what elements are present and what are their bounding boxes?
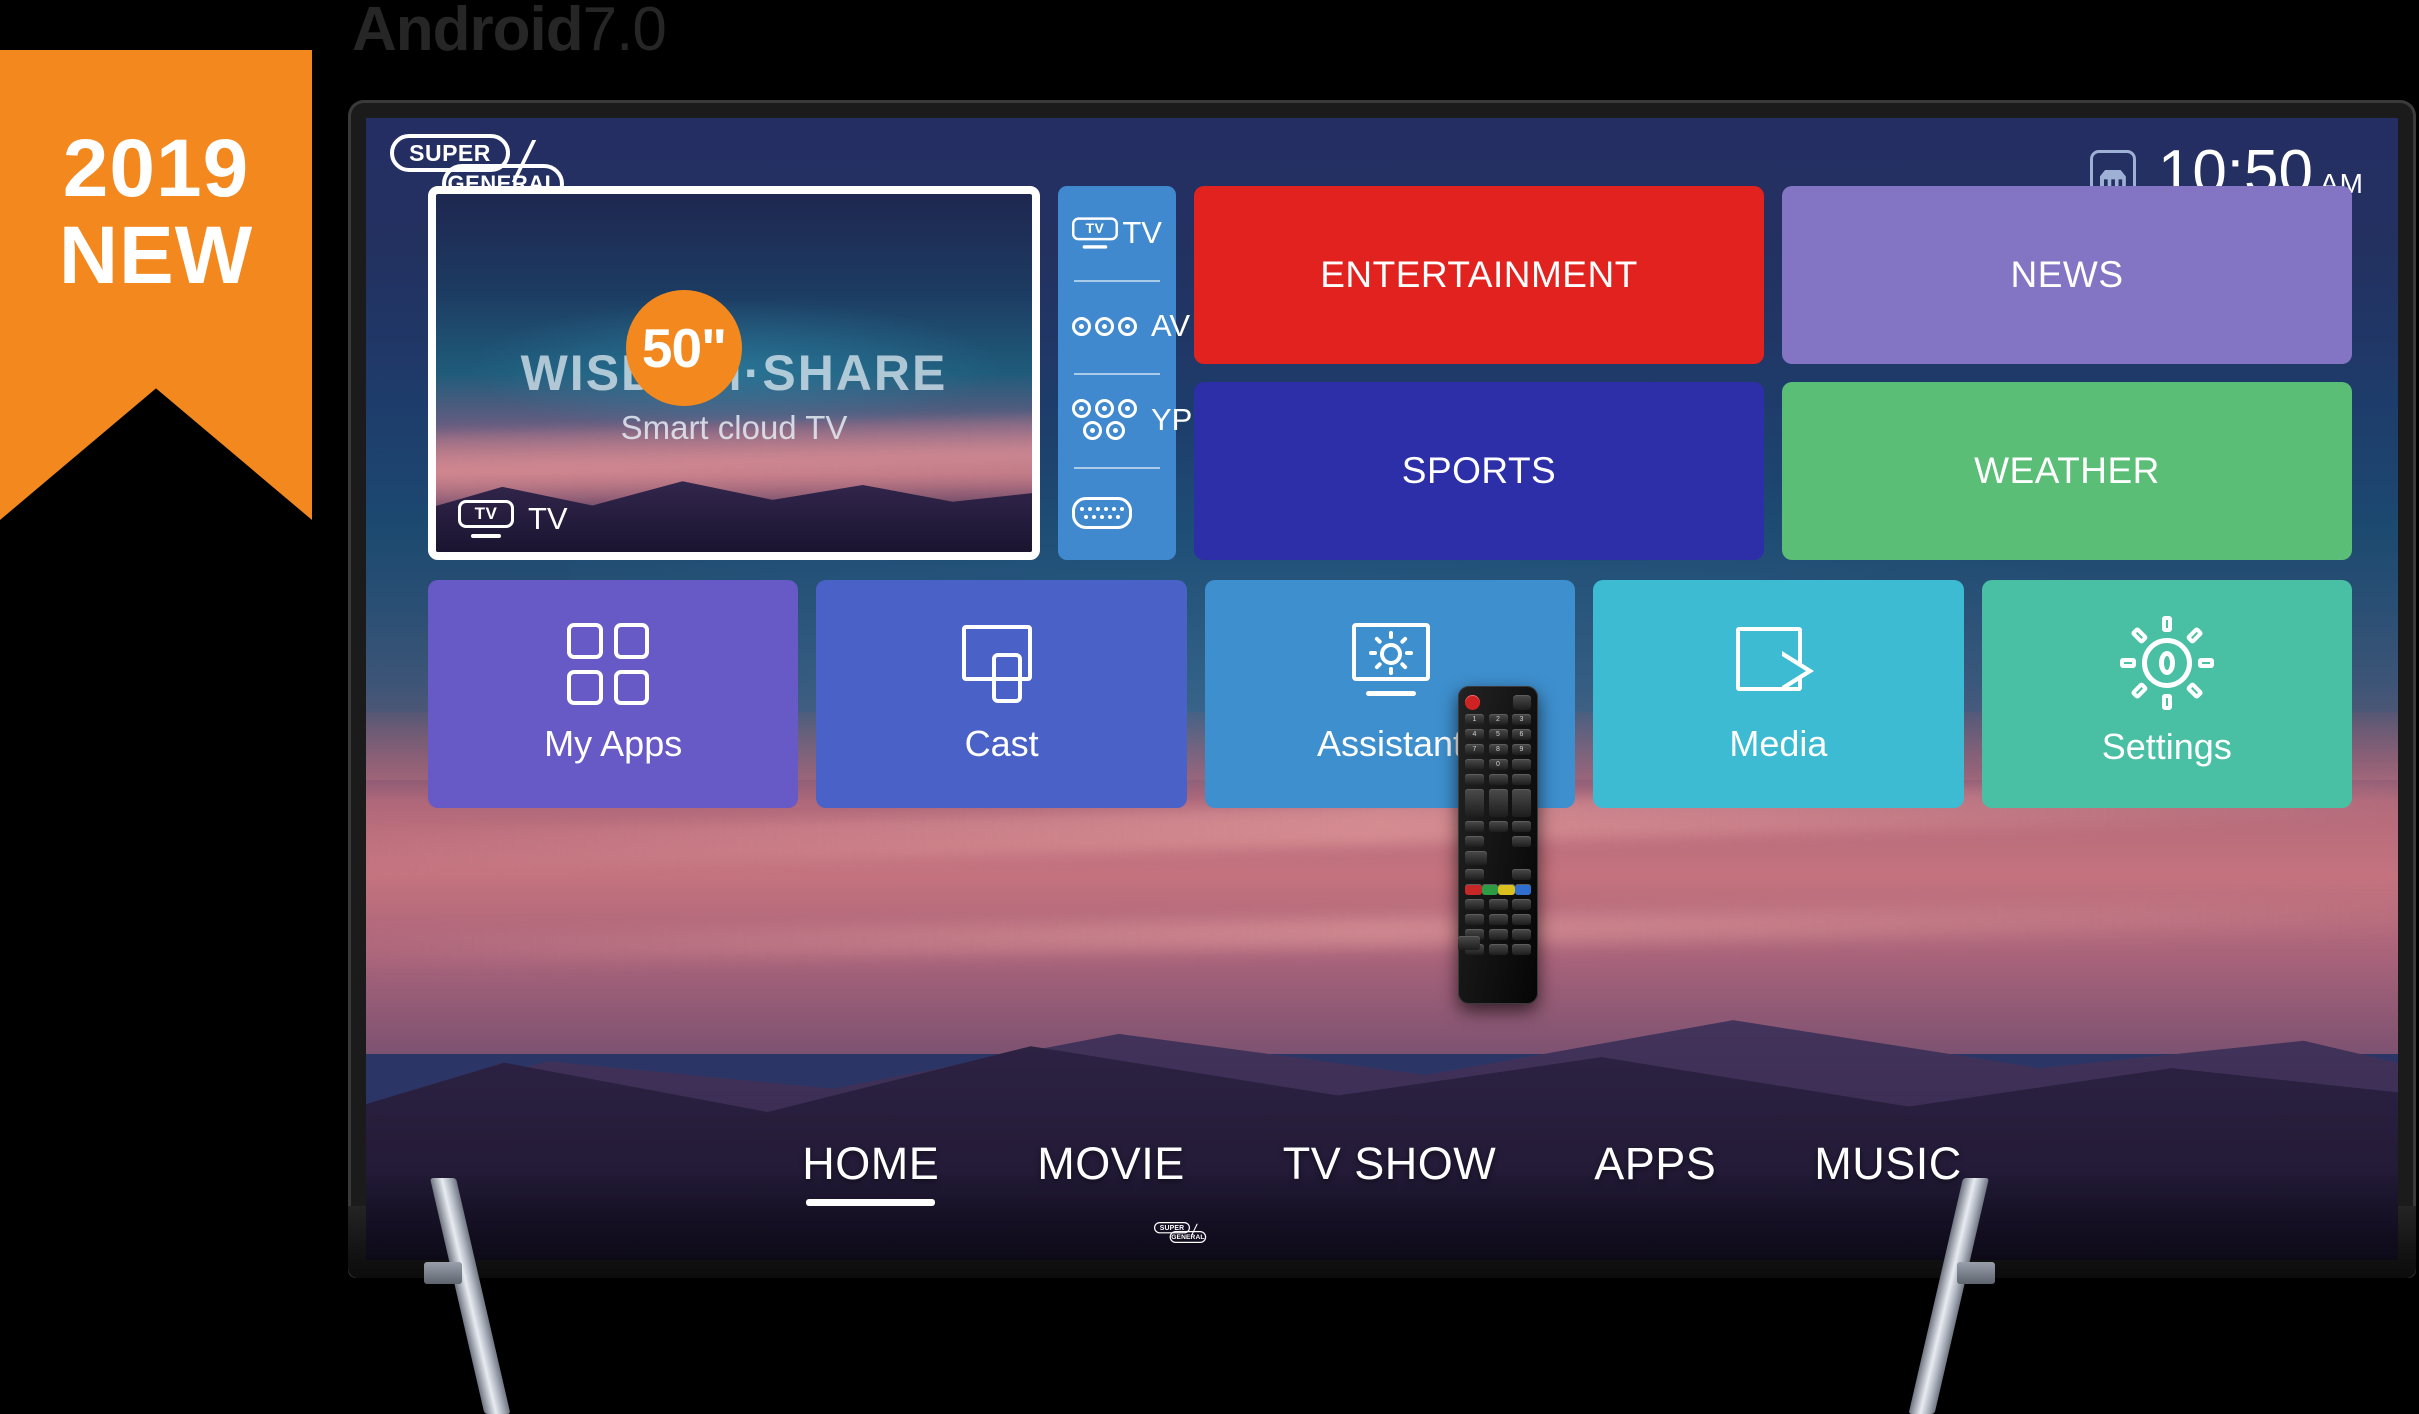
prev-button[interactable] [1465,914,1484,925]
key-spare-5[interactable] [1488,944,1508,955]
tile-entertainment[interactable]: ENTERTAINMENT [1194,186,1764,364]
mute-button[interactable] [1513,695,1531,710]
brand-general-word: GENERAL [1169,1231,1206,1243]
source-item-ypbpr[interactable]: YPBPR [1072,373,1256,467]
volume-rocker[interactable] [1465,789,1484,817]
preview-source-badge: TV TV [458,500,568,538]
source-label: TV [1122,214,1162,250]
ribbon-label: NEW [58,209,254,301]
app-label: Cast [964,723,1039,764]
tv-screen: SUPER GENERAL 10:50AM 50" WISDOM·SHARE S… [366,118,2398,1260]
bottom-nav: HOME MOVIE TV SHOW APPS MUSIC [366,1138,2398,1206]
nav-item-movie[interactable]: MOVIE [1037,1138,1185,1206]
tile-my-apps[interactable]: My Apps [428,580,799,808]
tv-icon: TV [458,500,514,538]
forward-button[interactable] [1512,899,1531,910]
cast-icon [956,623,1048,703]
vga-port-icon [1072,497,1132,530]
key-7[interactable]: 7 [1465,744,1484,755]
key-right-fn[interactable] [1512,836,1531,847]
gear-icon [2119,616,2214,710]
tile-news[interactable]: NEWS [1782,186,2352,364]
app-label: Settings [2101,726,2232,767]
source-item-av[interactable]: AV [1072,279,1190,374]
key-left-fn[interactable] [1465,836,1484,847]
screen-size-badge: 50" [626,290,742,406]
stop-button[interactable] [1512,914,1531,925]
color-key-blue[interactable] [1514,884,1531,895]
key-2[interactable]: 2 [1488,714,1508,725]
key-0[interactable]: 0 [1488,759,1508,770]
tv-icon: TV [1072,217,1118,249]
app-label: Assistant [1316,723,1464,764]
media-play-icon [1732,623,1824,703]
channel-rocker[interactable] [1512,789,1531,817]
key-dash[interactable] [1465,759,1484,770]
key-8[interactable]: 8 [1488,744,1508,755]
tile-settings[interactable]: Settings [1981,580,2352,808]
key-3[interactable]: 3 [1512,714,1531,725]
next-button[interactable] [1488,914,1508,925]
android-word: Android [352,0,584,64]
key-info[interactable] [1465,774,1484,785]
app-label: Media [1729,723,1828,764]
rca-5-icon [1072,399,1137,441]
remote-control[interactable]: 123 456 789 0 [1458,686,1538,1004]
preview-source-label: TV [528,501,568,536]
input-source-list: TV TV AV YPBPR [1058,186,1256,561]
preview-subtitle: Smart cloud TV [620,408,848,446]
key-sleep[interactable] [1512,774,1531,785]
ribbon-year: 2019 [62,123,250,214]
key-4[interactable]: 4 [1465,729,1484,740]
key-menu[interactable] [1488,774,1508,785]
color-key-yellow[interactable] [1498,884,1515,895]
product-image: Android7.0 2019 NEW SUPER GENERAL SUPER … [0,0,2419,1414]
source-label: AV [1151,308,1191,344]
key-spare-2[interactable] [1488,929,1508,940]
power-button[interactable] [1465,695,1480,710]
tile-cast[interactable]: Cast [816,580,1187,808]
android-version: 7.0 [582,0,667,64]
tile-weather[interactable]: WEATHER [1782,382,2352,560]
source-button[interactable] [1465,821,1484,832]
home-button[interactable] [1488,821,1508,832]
bezel-brand-logo: SUPER GENERAL [1153,1222,1266,1266]
dpad-down[interactable] [1458,936,1480,950]
source-item-vga[interactable] [1072,466,1162,561]
nav-item-tv-show[interactable]: TV SHOW [1283,1138,1497,1206]
key-6[interactable]: 6 [1512,729,1531,740]
tv-leg-mount-left [424,1262,462,1284]
assistant-icon [1344,623,1436,703]
tv-leg-mount-right [1957,1262,1995,1284]
nav-item-apps[interactable]: APPS [1594,1138,1716,1206]
new-2019-ribbon: 2019 NEW [0,50,312,520]
key-spare-6[interactable] [1512,944,1531,955]
exit-button[interactable] [1465,869,1484,880]
key-return[interactable] [1512,759,1531,770]
key-5[interactable]: 5 [1488,729,1508,740]
android-version-caption: Android7.0 [352,0,667,65]
nav-item-music[interactable]: MUSIC [1814,1138,1962,1206]
color-key-red[interactable] [1465,884,1482,895]
display-button[interactable] [1512,869,1531,880]
app-tiles: My Apps Cast Assistant Media Settings [428,580,2352,808]
dpad-ok[interactable] [1465,851,1487,865]
rewind-button[interactable] [1465,899,1484,910]
rca-3-icon [1072,316,1137,336]
tile-media[interactable]: Media [1593,580,1964,808]
tile-sports[interactable]: SPORTS [1194,382,1764,560]
color-key-green[interactable] [1481,884,1498,895]
center-pad[interactable] [1488,789,1508,817]
key-spare-3[interactable] [1512,929,1531,940]
grid-apps-icon [567,623,659,705]
key-1[interactable]: 1 [1465,714,1484,725]
category-tiles: ENTERTAINMENT NEWS SPORTS WEATHER [1194,186,2352,560]
key-9[interactable]: 9 [1512,744,1531,755]
back-button[interactable] [1512,821,1531,832]
app-label: My Apps [544,723,683,764]
nav-item-home[interactable]: HOME [802,1138,939,1206]
play-pause-button[interactable] [1488,899,1508,910]
source-item-tv[interactable]: TV TV [1072,186,1162,280]
